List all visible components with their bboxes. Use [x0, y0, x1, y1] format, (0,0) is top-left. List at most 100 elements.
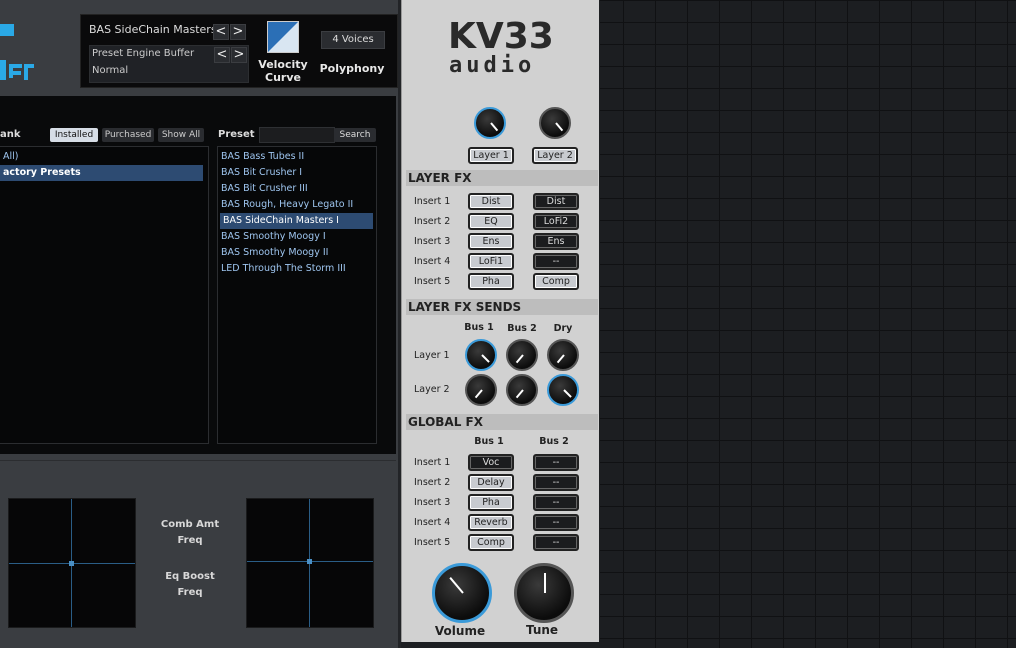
product-logo-fragment: [0, 14, 50, 84]
tune-knob[interactable]: [514, 563, 574, 623]
layer1-insert1-fx[interactable]: Dist: [468, 193, 514, 210]
voices-selector[interactable]: 4 Voices: [321, 31, 385, 49]
insert-label: Insert 2: [414, 216, 451, 227]
kv331-logo-top: KV331: [448, 16, 556, 57]
preset-item[interactable]: BAS Smoothy Moogy I: [221, 229, 326, 245]
global-fx-header: GLOBAL FX: [406, 414, 598, 430]
layer2-insert2-fx[interactable]: LoFi2: [533, 213, 579, 230]
send-layer1-dry-knob[interactable]: [547, 339, 579, 371]
insert-label: Insert 3: [414, 497, 451, 508]
preset-item-selected[interactable]: BAS SideChain Masters I: [220, 213, 373, 229]
bank-item-all[interactable]: All): [3, 149, 203, 165]
send-layer2-bus2-knob[interactable]: [506, 374, 538, 406]
insert-label: Insert 4: [414, 517, 451, 528]
layer1-insert2-fx[interactable]: EQ: [468, 213, 514, 230]
filter-purchased-tab[interactable]: Purchased: [102, 128, 154, 142]
global-bus1-insert3-fx[interactable]: Pha: [468, 494, 514, 511]
buffer-prev-button[interactable]: <: [214, 47, 230, 63]
synth-main-panel: BAS SideChain Masters < > Preset Engine …: [0, 0, 398, 648]
xy-pad-1-handle[interactable]: [69, 561, 74, 566]
preset-list[interactable]: BAS Bass Tubes II BAS Bit Crusher I BAS …: [217, 146, 377, 444]
global-bus2-insert1-fx[interactable]: --: [533, 454, 579, 471]
layer1-insert5-fx[interactable]: Pha: [468, 273, 514, 290]
preset-item[interactable]: BAS Bit Crusher I: [221, 165, 302, 181]
xy-pad-2-handle[interactable]: [307, 559, 312, 564]
velocity-curve-label: Curve: [265, 71, 301, 84]
product-logo-graphic: [0, 24, 34, 80]
kv331-logo-bottom: audio: [449, 53, 535, 74]
global-bus1-insert4-fx[interactable]: Reverb: [468, 514, 514, 531]
filter-installed-tab[interactable]: Installed: [50, 128, 98, 142]
insert-label: Insert 5: [414, 537, 451, 548]
insert-label: Insert 2: [414, 477, 451, 488]
xy-pad-2-x-label: Eq Boost: [165, 571, 215, 582]
global-bus1-insert5-fx[interactable]: Comp: [468, 534, 514, 551]
layer-fx-sends-header: LAYER FX SENDS: [406, 299, 598, 315]
layer2-insert1-fx[interactable]: Dist: [533, 193, 579, 210]
xy-pad-2-y-label: Freq: [177, 587, 203, 598]
engine-buffer-box: Preset Engine Buffer Normal < >: [89, 45, 249, 83]
preset-item[interactable]: BAS Smoothy Moogy II: [221, 245, 328, 261]
xy-pad-section: Comb Amt Freq Eq Boost Freq: [0, 460, 396, 641]
send-layer1-bus2-knob[interactable]: [506, 339, 538, 371]
sends-row-layer2: Layer 2: [414, 384, 450, 395]
global-col-bus1: Bus 1: [474, 436, 504, 447]
search-button[interactable]: Search: [334, 128, 376, 142]
layer1-insert3-fx[interactable]: Ens: [468, 233, 514, 250]
arrangement-grid[interactable]: [600, 0, 1016, 648]
global-bus2-insert4-fx[interactable]: --: [533, 514, 579, 531]
send-layer2-dry-knob[interactable]: [547, 374, 579, 406]
preset-item[interactable]: BAS Bit Crusher III: [221, 181, 308, 197]
kv331-fx-panel: KV331 audio Layer 1 Layer 2 LAYER FX Ins…: [401, 0, 599, 642]
preset-label: Preset: [218, 129, 255, 140]
preset-name: BAS SideChain Masters: [89, 23, 217, 36]
preset-browser: ank Installed Purchased Show All Preset …: [0, 96, 396, 454]
bank-item-factory-presets[interactable]: actory Presets: [0, 165, 203, 181]
xy-pad-1-x-label: Comb Amt: [160, 519, 220, 530]
xy-pad-1-y-label: Freq: [177, 535, 203, 546]
volume-knob[interactable]: [432, 563, 492, 623]
global-bus2-insert5-fx[interactable]: --: [533, 534, 579, 551]
layer1-button[interactable]: Layer 1: [468, 147, 514, 164]
layer2-insert5-fx[interactable]: Comp: [533, 273, 579, 290]
bank-label: ank: [0, 129, 21, 140]
preset-item[interactable]: BAS Bass Tubes II: [221, 149, 304, 165]
layer2-button[interactable]: Layer 2: [532, 147, 578, 164]
velocity-curve-icon[interactable]: [267, 21, 299, 53]
xy-pad-1[interactable]: [8, 498, 136, 628]
filter-show-all-tab[interactable]: Show All: [158, 128, 204, 142]
velocity-label: Velocity: [258, 58, 308, 71]
volume-label: Volume: [434, 624, 486, 638]
preset-header: BAS SideChain Masters < > Preset Engine …: [80, 14, 398, 88]
send-layer2-bus1-knob[interactable]: [465, 374, 497, 406]
sends-row-layer1: Layer 1: [414, 350, 450, 361]
preset-search-input[interactable]: [259, 127, 335, 143]
bank-list[interactable]: All) actory Presets: [0, 146, 209, 444]
sends-col-bus2: Bus 2: [507, 323, 537, 334]
global-bus1-insert1-fx[interactable]: Voc: [468, 454, 514, 471]
engine-buffer-value: Normal: [92, 65, 129, 76]
global-bus1-insert2-fx[interactable]: Delay: [468, 474, 514, 491]
preset-next-button[interactable]: >: [230, 24, 246, 40]
sends-col-dry: Dry: [553, 323, 573, 334]
global-bus2-insert3-fx[interactable]: --: [533, 494, 579, 511]
preset-item[interactable]: BAS Rough, Heavy Legato II: [221, 197, 353, 213]
kv331-logo: KV331 audio: [448, 16, 556, 74]
preset-item[interactable]: LED Through The Storm III: [221, 261, 346, 277]
send-layer1-bus1-knob[interactable]: [465, 339, 497, 371]
layer1-level-knob[interactable]: [474, 107, 506, 139]
global-col-bus2: Bus 2: [539, 436, 569, 447]
layer-fx-header: LAYER FX: [406, 170, 598, 186]
tune-label: Tune: [525, 623, 559, 637]
layer2-level-knob[interactable]: [539, 107, 571, 139]
layer2-insert3-fx[interactable]: Ens: [533, 233, 579, 250]
buffer-next-button[interactable]: >: [231, 47, 247, 63]
insert-label: Insert 1: [414, 457, 451, 468]
xy-pad-2[interactable]: [246, 498, 374, 628]
layer1-insert4-fx[interactable]: LoFi1: [468, 253, 514, 270]
insert-label: Insert 1: [414, 196, 451, 207]
global-bus2-insert2-fx[interactable]: --: [533, 474, 579, 491]
preset-prev-button[interactable]: <: [213, 24, 229, 40]
engine-buffer-label: Preset Engine Buffer: [92, 48, 195, 59]
layer2-insert4-fx[interactable]: --: [533, 253, 579, 270]
